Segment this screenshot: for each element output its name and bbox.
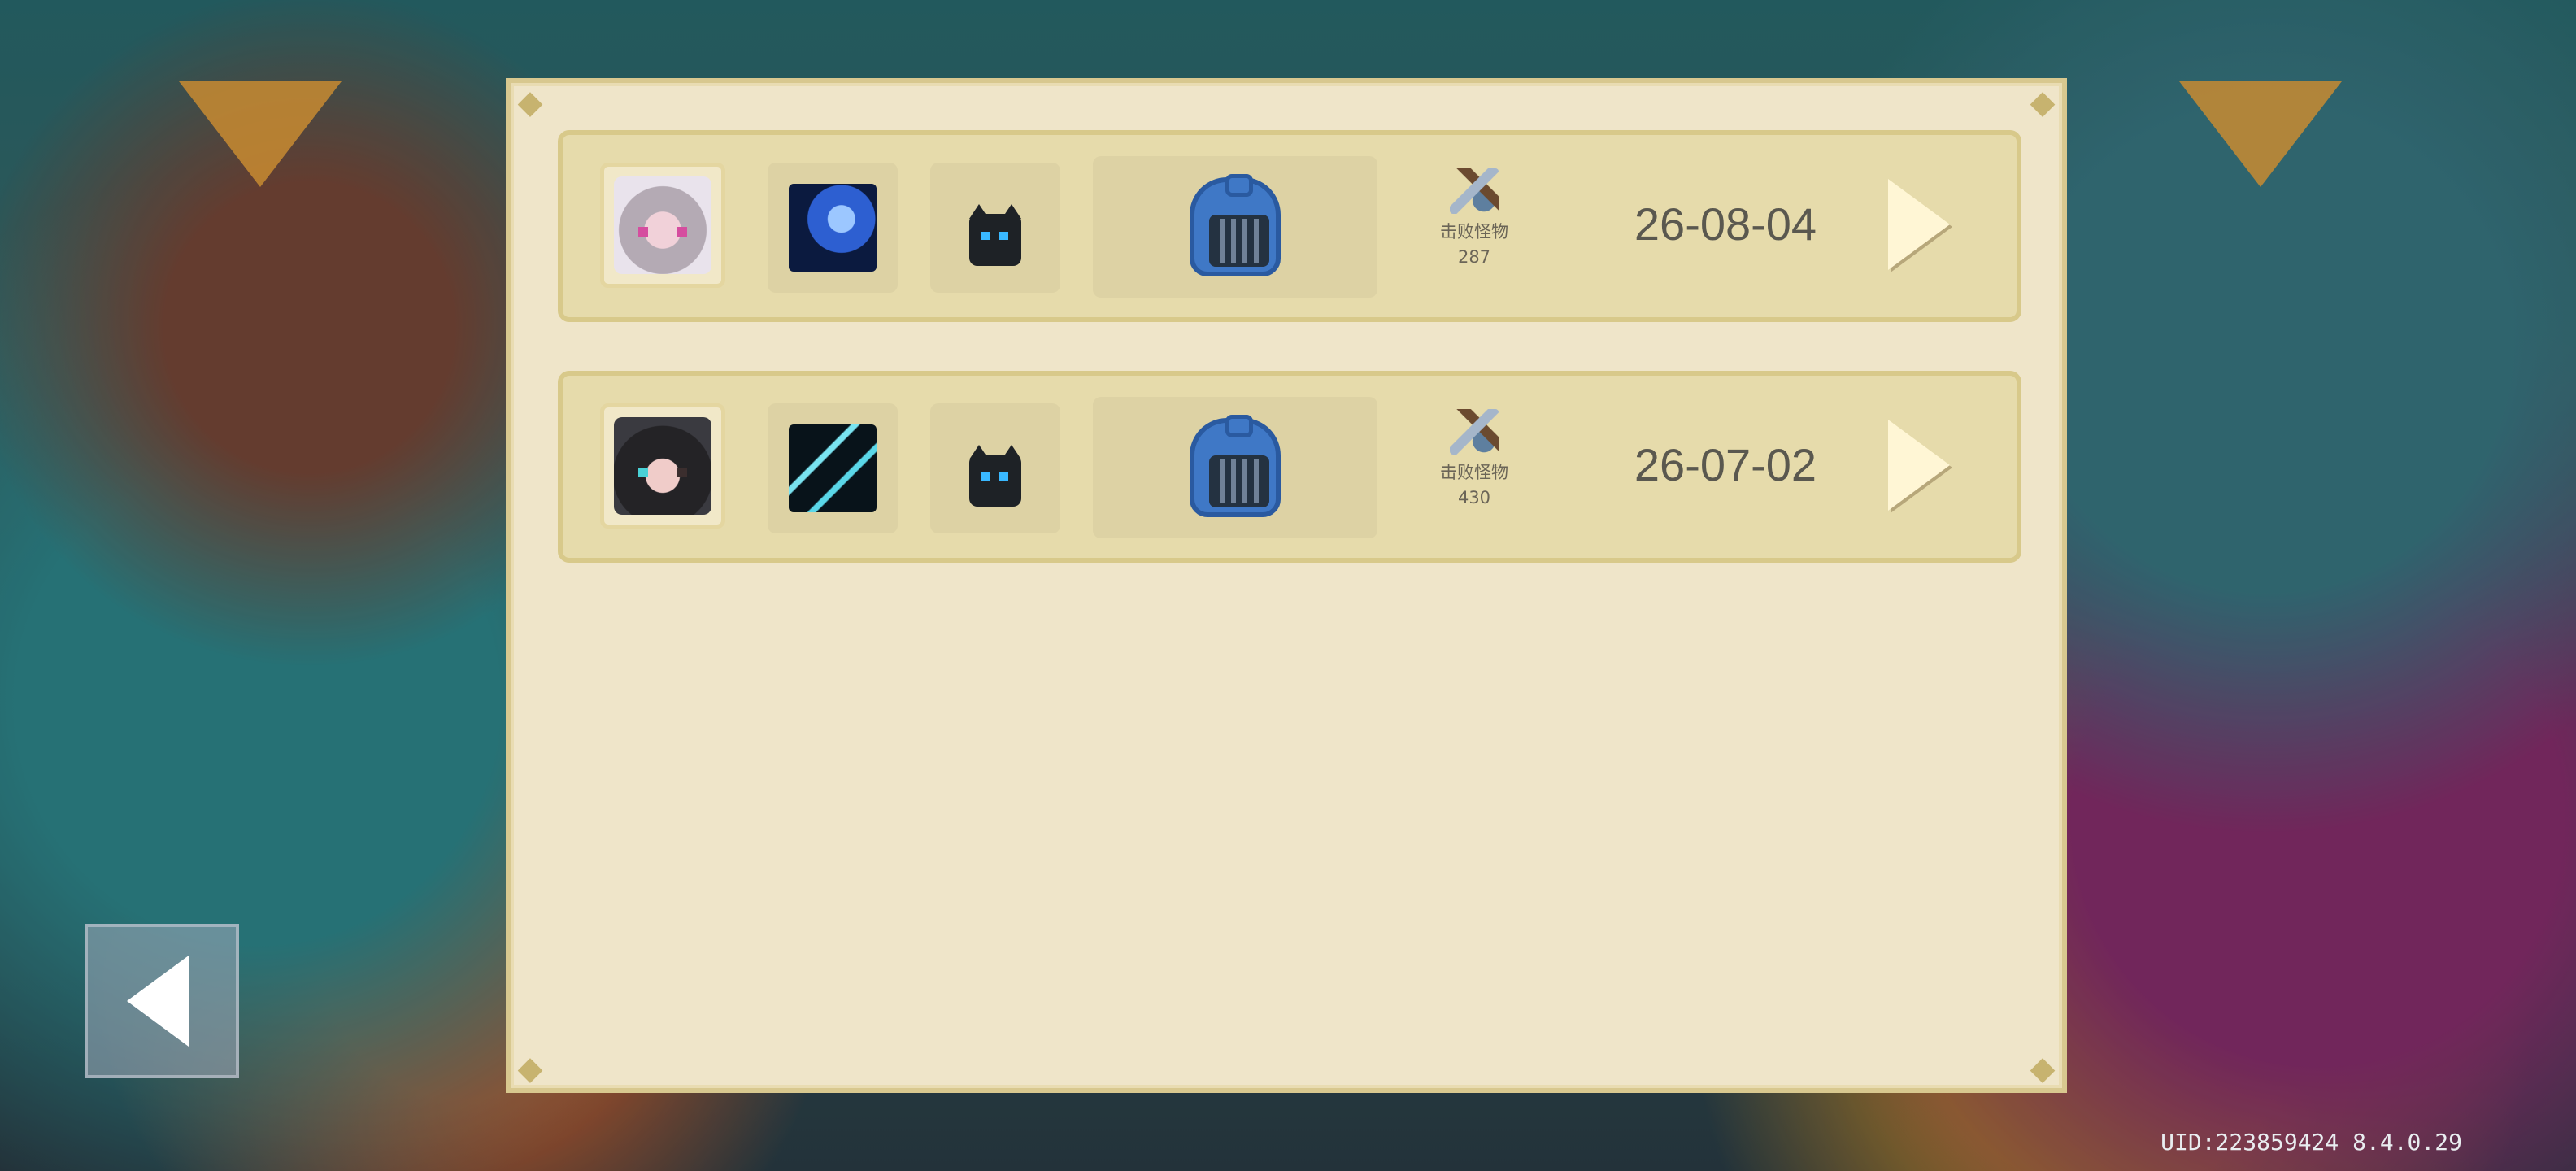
ice-blade-skill-icon (789, 424, 877, 512)
record-list: 击败怪物 287 26-08-04 击败怪物 430 26-07-02 (558, 130, 2021, 612)
back-button[interactable] (85, 924, 239, 1078)
kills-label: 击败怪物 (1440, 463, 1508, 482)
corner-ornament-icon: ◆ (2030, 1050, 2056, 1087)
black-cat-icon (963, 199, 1028, 272)
kills-stat: 击败怪物 430 (1413, 407, 1535, 507)
helmet-slot (1093, 397, 1377, 538)
knight-helmet-icon (1190, 174, 1281, 276)
corner-ornament-icon: ◆ (517, 84, 543, 121)
sword-shield-icon (1413, 407, 1535, 457)
record-row[interactable]: 击败怪物 430 26-07-02 (558, 371, 2021, 563)
kills-label: 击败怪物 (1440, 222, 1508, 242)
uid-version-label: UID:223859424 8.4.0.29 (2160, 1129, 2462, 1156)
skill-slot (768, 403, 898, 533)
kills-stat: 击败怪物 287 (1413, 166, 1535, 267)
kills-count: 287 (1457, 247, 1491, 267)
knight-helmet-icon (1190, 415, 1281, 517)
chevron-right-icon (1888, 179, 1950, 270)
record-date: 26-07-02 (1634, 439, 1817, 490)
record-row[interactable]: 击败怪物 287 26-08-04 (558, 130, 2021, 322)
corner-ornament-icon: ◆ (2030, 84, 2056, 121)
character-portrait (600, 163, 725, 288)
record-date: 26-08-04 (1634, 198, 1817, 250)
record-detail-button[interactable] (1888, 420, 1961, 519)
records-panel: ◆ ◆ ◆ ◆ 击败怪物 287 26-08-04 击败怪物 430 26-07… (506, 78, 2067, 1093)
corner-ornament-icon: ◆ (517, 1050, 543, 1087)
record-detail-button[interactable] (1888, 179, 1961, 278)
silver-haired-hero-icon (614, 176, 711, 274)
skill-slot (768, 163, 898, 293)
chevron-right-icon (1888, 420, 1950, 511)
pet-slot (930, 163, 1060, 293)
character-portrait (600, 403, 725, 529)
helmet-slot (1093, 156, 1377, 298)
kills-count: 430 (1457, 488, 1491, 507)
back-arrow-icon (127, 956, 189, 1047)
sword-shield-icon (1413, 166, 1535, 216)
blue-wave-skill-icon (789, 184, 877, 272)
pet-slot (930, 403, 1060, 533)
black-cat-icon (963, 440, 1028, 513)
dark-haired-hero-icon (614, 417, 711, 515)
